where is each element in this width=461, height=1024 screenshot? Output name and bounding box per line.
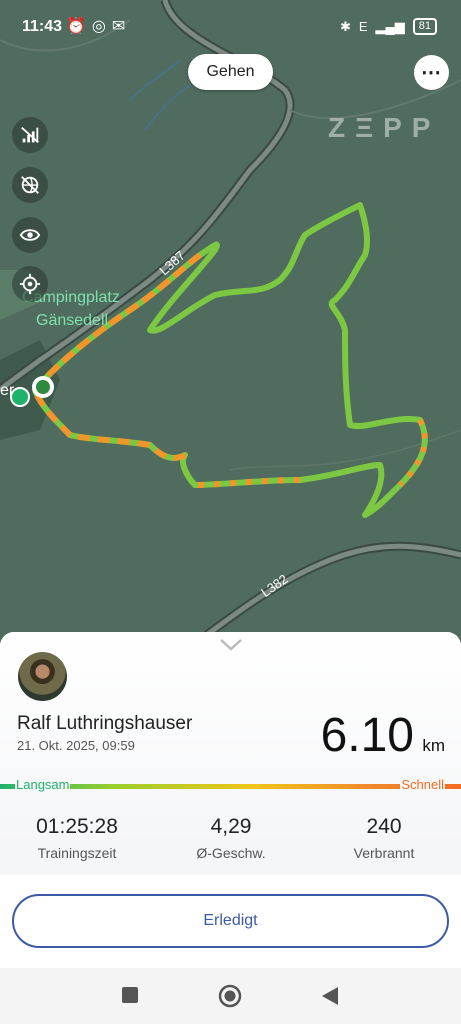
speed-fast-label: Schnell (400, 777, 445, 792)
zepp-logo: ZΞPP (328, 112, 441, 143)
edge-place-label: er (0, 382, 15, 399)
eye-button[interactable] (12, 217, 48, 253)
locate-button[interactable] (12, 266, 48, 302)
whatsapp-icon: ◎ (91, 18, 106, 35)
alarm-icon: ⏰ (66, 18, 86, 35)
workout-date: 21. Okt. 2025, 09:59 (17, 738, 135, 753)
status-time: 11:43 (22, 18, 63, 35)
back-icon[interactable] (320, 985, 340, 1007)
battery-icon: 81 (412, 18, 437, 35)
home-icon[interactable] (218, 984, 242, 1008)
stat-avg-speed: 4,29 Ø-Geschw. (156, 815, 306, 861)
signal-off-button[interactable] (12, 117, 48, 153)
status-bar: 11:43 ⏰ ◎ ✉ ✱ E ▂▄▆ 81 (0, 0, 461, 56)
eye-icon (19, 229, 41, 241)
workout-summary-sheet: Ralf Luthringshauser 21. Okt. 2025, 09:5… (0, 632, 461, 1024)
stat-label: Trainingszeit (37, 845, 117, 861)
stat-value: 4,29 (210, 815, 252, 838)
stat-label: Ø-Geschw. (196, 845, 266, 861)
place-label-line2: Gänsedell (36, 312, 108, 329)
more-options-button[interactable]: ⋯ (414, 55, 449, 90)
user-name: Ralf Luthringshauser (17, 713, 193, 734)
signal-icon: ▂▄▆ (375, 18, 405, 34)
avatar[interactable] (18, 652, 67, 701)
bluetooth-icon: ✱ (339, 18, 351, 34)
activity-type-label: Gehen (188, 54, 273, 90)
gmail-icon: ✉ (111, 18, 126, 35)
recents-icon[interactable] (121, 986, 139, 1004)
stat-label: Verbrannt (353, 845, 415, 861)
network-type: E (358, 19, 368, 34)
done-button[interactable]: Erledigt (12, 894, 449, 948)
signal-off-icon (21, 126, 39, 144)
speed-slow-label: Langsam (15, 777, 71, 792)
distance-value: 6.10 (320, 709, 414, 762)
locate-icon (19, 273, 41, 295)
globe-off-icon (21, 176, 39, 194)
system-nav-bar (0, 968, 461, 1024)
stat-calories: 240 Verbrannt (309, 815, 459, 861)
status-notification-icons: ⏰ ◎ ✉ (66, 16, 125, 36)
distance-unit: km (422, 736, 445, 755)
more-icon: ⋯ (421, 61, 442, 84)
stat-duration: 01:25:28 Trainingszeit (2, 815, 152, 861)
status-right-icons: ✱ E ▂▄▆ 81 (340, 18, 437, 35)
globe-off-button[interactable] (12, 167, 48, 203)
stat-value: 01:25:28 (36, 815, 118, 838)
route-map[interactable]: L387 L382 Campingplatz Gänsedell er (0, 0, 461, 660)
stat-value: 240 (366, 815, 402, 838)
chevron-down-icon[interactable] (218, 636, 244, 654)
